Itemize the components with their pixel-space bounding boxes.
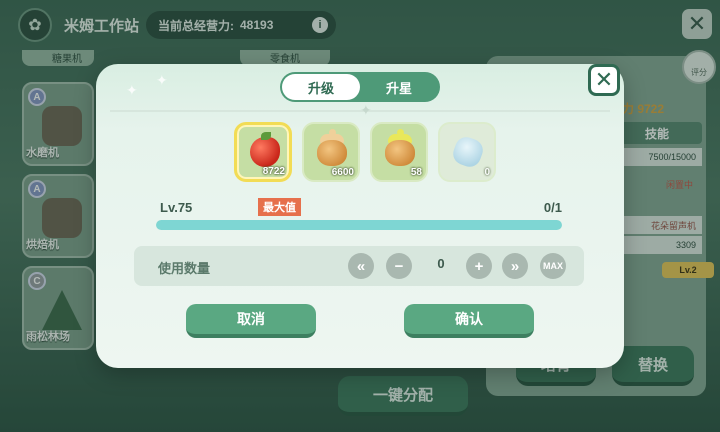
exp-progress-bar bbox=[156, 220, 562, 230]
minus-button[interactable]: − bbox=[386, 253, 412, 279]
more-button[interactable]: » bbox=[502, 253, 528, 279]
max-button[interactable]: MAX bbox=[540, 253, 566, 279]
plus-button[interactable]: + bbox=[466, 253, 492, 279]
green-lid-jar-icon bbox=[385, 140, 415, 166]
material-item[interactable]: 8722 bbox=[234, 122, 292, 182]
material-item[interactable]: 58 bbox=[370, 122, 428, 182]
blue-crystal-icon bbox=[450, 134, 486, 170]
cancel-button[interactable]: 取消 bbox=[186, 304, 316, 338]
material-item[interactable]: 0 bbox=[438, 122, 496, 182]
material-item[interactable]: 6600 bbox=[302, 122, 360, 182]
quantity-value[interactable]: 0 bbox=[418, 256, 464, 276]
material-qty: 8722 bbox=[262, 166, 285, 177]
red-berry-icon bbox=[250, 137, 280, 167]
divider-star-icon: ✦ bbox=[360, 102, 372, 118]
tab-star-up[interactable]: 升星 bbox=[360, 74, 438, 100]
leaf-icon bbox=[261, 132, 271, 140]
material-qty: 58 bbox=[410, 167, 422, 178]
material-qty: 6600 bbox=[331, 167, 354, 178]
sparkle-icon: ✦ bbox=[156, 72, 168, 88]
quantity-label: 使用数量 bbox=[158, 261, 211, 276]
level-label: Lv.75 bbox=[160, 200, 193, 215]
tab-upgrade[interactable]: 升级 bbox=[282, 74, 360, 100]
quantity-panel: 使用数量 « − 0 + » MAX bbox=[134, 246, 584, 286]
honey-jar-icon bbox=[317, 140, 347, 166]
max-badge: 最大值 bbox=[258, 198, 301, 216]
exp-count: 0/1 bbox=[543, 200, 562, 215]
material-qty: 0 bbox=[484, 167, 490, 178]
sparkle-icon: ✦ bbox=[126, 82, 138, 98]
exp-progress-fill bbox=[156, 220, 562, 230]
confirm-button[interactable]: 确认 bbox=[404, 304, 534, 338]
close-dialog-button[interactable]: ✕ bbox=[588, 64, 620, 96]
dialog-tabs: 升级 升星 bbox=[280, 72, 440, 102]
upgrade-dialog: ✦ ✦ 升级 升星 ✦ ✕ 8722 6600 58 0 Lv.75 最大值 0… bbox=[96, 64, 624, 368]
min-button[interactable]: « bbox=[348, 253, 374, 279]
